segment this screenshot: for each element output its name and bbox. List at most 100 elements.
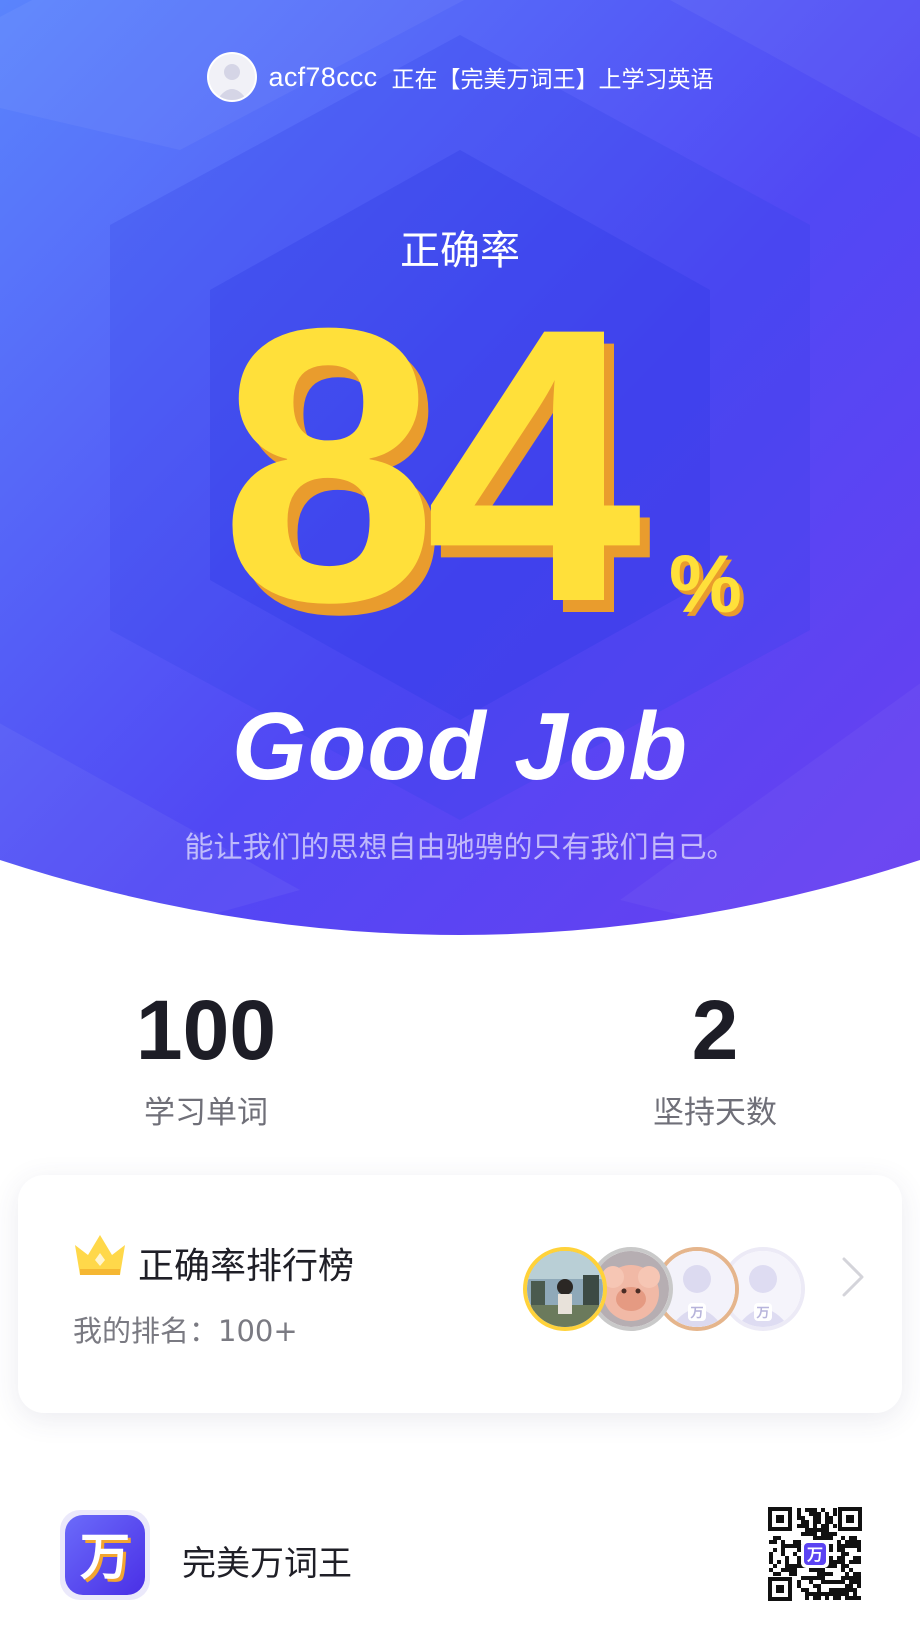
- top-ranked-avatars[interactable]: 万 万: [523, 1247, 833, 1337]
- qr-cell: [773, 1564, 777, 1568]
- qr-cell: [845, 1596, 849, 1600]
- qr-cell: [829, 1592, 833, 1596]
- qr-cell: [841, 1548, 845, 1552]
- qr-cell: [797, 1564, 801, 1568]
- qr-cell: [789, 1564, 793, 1568]
- qr-cell: [845, 1552, 849, 1556]
- qr-cell: [805, 1588, 809, 1592]
- qr-cell: [837, 1540, 841, 1544]
- rank-avatar-1: [523, 1247, 607, 1331]
- qr-cell: [797, 1584, 801, 1588]
- qr-cell: [805, 1524, 809, 1528]
- qr-cell: [821, 1532, 825, 1536]
- qr-cell: [813, 1584, 817, 1588]
- qr-cell: [837, 1592, 841, 1596]
- motivational-quote: 能让我们的思想自由驰骋的只有我们自己。: [184, 830, 736, 864]
- qr-cell: [825, 1520, 829, 1524]
- qr-cell: [769, 1556, 773, 1560]
- qr-center-char: 万: [806, 1545, 823, 1564]
- qr-cell: [797, 1540, 801, 1544]
- qr-cell: [801, 1532, 805, 1536]
- qr-cell: [849, 1588, 853, 1592]
- qr-cell: [809, 1580, 813, 1584]
- accuracy-value: 84: [220, 270, 644, 650]
- qr-cell: [825, 1512, 829, 1516]
- qr-cell: [845, 1588, 849, 1592]
- qr-cell: [769, 1568, 773, 1572]
- qr-cell: [857, 1544, 861, 1548]
- qr-cell: [785, 1556, 789, 1560]
- qr-cell: [853, 1588, 857, 1592]
- qr-cell: [837, 1556, 841, 1560]
- qr-cell: [825, 1596, 829, 1600]
- qr-cell: [849, 1544, 853, 1548]
- qr-cell: [833, 1512, 837, 1516]
- default-avatar-icon: [208, 54, 255, 100]
- qr-cell: [853, 1572, 857, 1576]
- qr-cell: [773, 1540, 777, 1544]
- ranking-card[interactable]: 正确率排行榜 我的排名：100+ 万 万: [18, 1175, 902, 1413]
- qr-cell: [825, 1580, 829, 1584]
- username[interactable]: acf78ccc: [269, 62, 378, 93]
- qr-cell: [853, 1592, 857, 1596]
- qr-cell: [797, 1560, 801, 1564]
- qr-cell: [829, 1556, 833, 1560]
- qr-cell: [801, 1576, 805, 1580]
- qr-cell: [837, 1560, 841, 1564]
- logo-char: 万: [80, 1528, 130, 1586]
- qr-cell: [837, 1544, 841, 1548]
- qr-cell: [833, 1588, 837, 1592]
- qr-cell: [801, 1520, 805, 1524]
- qr-cell: [837, 1596, 841, 1600]
- brand-mark: 万: [755, 1306, 769, 1321]
- brand-mark: 万: [689, 1306, 703, 1321]
- qr-cell: [853, 1544, 857, 1548]
- qr-cell: [853, 1536, 857, 1540]
- qr-cell: [837, 1588, 841, 1592]
- qr-cell: [825, 1524, 829, 1528]
- qr-cell: [813, 1524, 817, 1528]
- qr-cell: [797, 1516, 801, 1520]
- qr-cell: [821, 1580, 825, 1584]
- qr-cell: [845, 1576, 849, 1580]
- qr-cell: [857, 1572, 861, 1576]
- qr-cell: [813, 1516, 817, 1520]
- qr-cell: [829, 1564, 833, 1568]
- user-avatar[interactable]: [206, 52, 257, 102]
- qr-cell: [773, 1536, 777, 1540]
- qr-cell: [841, 1556, 845, 1560]
- qr-cell: [817, 1596, 821, 1600]
- qr-cell: [797, 1580, 801, 1584]
- qr-cell: [793, 1540, 797, 1544]
- qr-cell: [793, 1544, 797, 1548]
- qr-cell: [857, 1556, 861, 1560]
- qr-cell: [857, 1576, 861, 1580]
- qr-cell: [817, 1512, 821, 1516]
- qr-cell: [809, 1592, 813, 1596]
- user-bar: acf78ccc 正在【完美万词王】上学习英语: [0, 52, 920, 102]
- qr-cell: [781, 1540, 785, 1544]
- qr-code-icon[interactable]: 万: [768, 1507, 862, 1601]
- qr-cell: [833, 1560, 837, 1564]
- qr-cell: [841, 1592, 845, 1596]
- qr-cell: [805, 1508, 809, 1512]
- app-logo-icon: 万 万: [60, 1510, 150, 1600]
- words-count: 100: [135, 983, 277, 1077]
- qr-cell: [789, 1568, 793, 1572]
- qr-cell: [805, 1520, 809, 1524]
- qr-cell: [785, 1560, 789, 1564]
- chevron-right-icon[interactable]: [840, 1255, 866, 1299]
- qr-cell: [829, 1588, 833, 1592]
- qr-cell: [829, 1532, 833, 1536]
- qr-cell: [833, 1532, 837, 1536]
- qr-cell: [797, 1556, 801, 1560]
- qr-cell: [841, 1580, 845, 1584]
- qr-cell: [789, 1544, 793, 1548]
- qr-cell: [849, 1576, 853, 1580]
- days-count: 2: [691, 983, 739, 1077]
- qr-cell: [797, 1512, 801, 1516]
- qr-cell: [833, 1596, 837, 1600]
- qr-cell: [809, 1576, 813, 1580]
- qr-cell: [817, 1572, 821, 1576]
- qr-cell: [785, 1544, 789, 1548]
